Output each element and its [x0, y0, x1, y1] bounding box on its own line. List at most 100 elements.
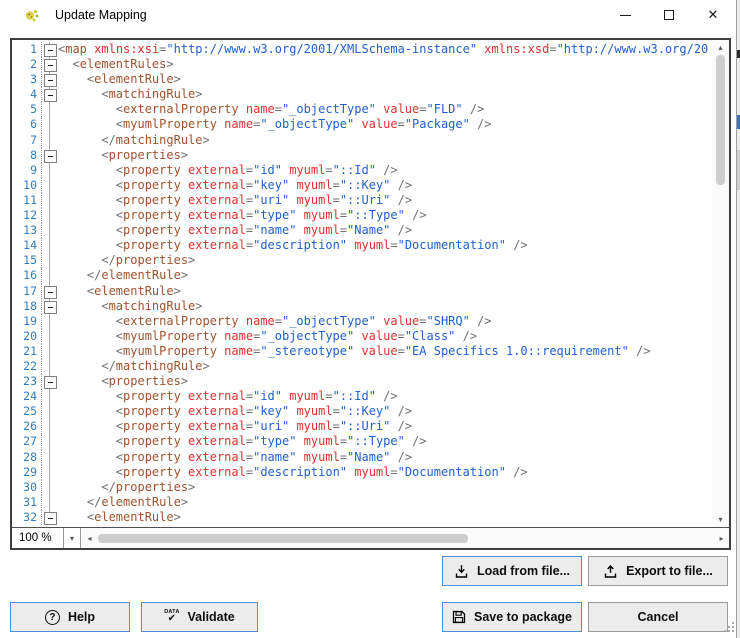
- code-text: </matchingRule>: [58, 358, 210, 373]
- fold-guide-line: [42, 389, 58, 405]
- background-window-sliver: [736, 0, 740, 638]
- line-number: 32: [12, 509, 42, 525]
- resize-grip[interactable]: [720, 622, 734, 636]
- minimize-button[interactable]: [603, 0, 647, 30]
- close-button[interactable]: ✕: [691, 0, 735, 30]
- code-text: <property external="type" myuml="::Type"…: [58, 208, 427, 223]
- fold-marker-icon[interactable]: [42, 87, 58, 103]
- xml-editor: 1 <map xmlns:xsi="http://www.w3.org/2001/…: [10, 38, 731, 550]
- line-number: 8: [12, 147, 42, 163]
- chevron-down-icon[interactable]: ▾: [64, 528, 81, 548]
- line-number: 21: [12, 343, 42, 359]
- scroll-left-icon[interactable]: ◂: [82, 528, 97, 548]
- fold-marker-icon[interactable]: [42, 509, 58, 526]
- fold-marker-icon[interactable]: [42, 374, 58, 390]
- code-line: 15 </properties>: [12, 253, 712, 269]
- code-text: <elementRule>: [58, 72, 181, 87]
- export-icon: [604, 564, 617, 578]
- code-text: <elementRule>: [58, 283, 181, 298]
- v-scroll-thumb[interactable]: [716, 55, 725, 185]
- code-line: 23 <properties>: [12, 374, 712, 390]
- code-text: <elementRule>: [58, 509, 181, 524]
- update-mapping-dialog: Update Mapping ✕ 1 <map xmlns:xsi="http:/…: [0, 0, 736, 638]
- code-line: 31 </elementRule>: [12, 494, 712, 511]
- line-number: 19: [12, 313, 42, 329]
- code-text: <property external="uri" myuml="::Uri" /…: [58, 192, 413, 207]
- import-icon: [455, 564, 468, 578]
- save-to-package-button[interactable]: Save to package: [442, 602, 582, 632]
- validate-button[interactable]: DATA ✔ Validate: [141, 602, 258, 632]
- fold-marker-icon[interactable]: [42, 298, 58, 314]
- fold-guide-line: [42, 132, 58, 148]
- code-text: <myumlProperty name="_stereotype" value=…: [58, 343, 651, 358]
- fold-guide-line: [42, 464, 58, 480]
- minimize-icon: [619, 14, 631, 16]
- cancel-button[interactable]: Cancel: [588, 602, 728, 632]
- code-text: </properties>: [58, 479, 196, 494]
- code-text: <property external="uri" myuml="::Uri" /…: [58, 419, 413, 434]
- zoom-level-value[interactable]: 100 %: [12, 528, 64, 548]
- line-number: 18: [12, 298, 42, 314]
- fold-guide-line: [42, 208, 58, 224]
- fold-guide-line: [42, 223, 58, 239]
- h-scroll-thumb[interactable]: [98, 533, 468, 543]
- save-icon: [452, 610, 466, 624]
- fold-guide-line: [42, 268, 58, 284]
- code-line: 1 <map xmlns:xsi="http://www.w3.org/2001/…: [12, 42, 712, 58]
- code-line: 28 <property external="name" myuml="Name…: [12, 449, 712, 465]
- line-number: 6: [12, 117, 42, 133]
- code-text: <map xmlns:xsi="http://www.w3.org/2001/X…: [58, 42, 709, 56]
- line-number: 27: [12, 434, 42, 450]
- code-line: 32 <elementRule>: [12, 509, 712, 526]
- code-line: 14 <property external="description" myum…: [12, 238, 712, 254]
- help-button[interactable]: ? Help: [10, 602, 130, 632]
- code-text: </elementRule>: [58, 268, 189, 283]
- fold-marker-icon[interactable]: [42, 42, 58, 58]
- code-text: </properties>: [58, 253, 196, 268]
- line-number: 7: [12, 132, 42, 148]
- fold-marker-icon[interactable]: [42, 283, 58, 299]
- scroll-down-icon[interactable]: ▾: [712, 512, 729, 527]
- code-text: </elementRule>: [58, 494, 189, 509]
- line-number: 23: [12, 374, 42, 390]
- code-line: 4 <matchingRule>: [12, 87, 712, 103]
- button-label: Validate: [187, 610, 235, 624]
- code-line: 3 <elementRule>: [12, 72, 712, 88]
- editor-bottom-bar: 100 % ▾ ◂ ▸: [12, 527, 729, 548]
- line-number: 14: [12, 238, 42, 254]
- h-scrollbar[interactable]: ◂ ▸: [82, 528, 729, 548]
- code-text: <property external="name" myuml="Name" /…: [58, 223, 413, 238]
- fold-marker-icon[interactable]: [42, 147, 58, 163]
- help-icon: ?: [44, 609, 60, 625]
- button-label: Load from file...: [476, 564, 571, 578]
- line-number: 3: [12, 72, 42, 88]
- fold-guide-line: [42, 404, 58, 420]
- line-number: 9: [12, 162, 42, 178]
- fold-guide-line: [42, 162, 58, 178]
- line-number: 2: [12, 57, 42, 73]
- fold-guide-line: [42, 177, 58, 194]
- line-number: 22: [12, 358, 42, 375]
- fold-marker-icon[interactable]: [42, 57, 58, 73]
- code-text: <property external="key" myuml="::Key" /…: [58, 404, 413, 419]
- fold-guide-line: [42, 253, 58, 269]
- zoom-level-select[interactable]: 100 % ▾: [12, 528, 81, 548]
- maximize-button[interactable]: [647, 0, 691, 30]
- v-scrollbar[interactable]: ▴ ▾: [712, 40, 729, 527]
- fold-marker-icon[interactable]: [42, 72, 58, 88]
- code-text: <externalProperty name="_objectType" val…: [58, 102, 485, 117]
- load-from-file-button[interactable]: Load from file...: [442, 556, 582, 586]
- scroll-right-icon[interactable]: ▸: [714, 528, 729, 548]
- code-line: 13 <property external="name" myuml="Name…: [12, 223, 712, 239]
- code-text: <property external="description" myuml="…: [58, 464, 528, 479]
- fold-guide-line: [42, 434, 58, 450]
- line-number: 24: [12, 389, 42, 405]
- fold-guide-line: [42, 313, 58, 329]
- code-line: 6 <myumlProperty name="_objectType" valu…: [12, 117, 712, 133]
- code-area[interactable]: 1 <map xmlns:xsi="http://www.w3.org/2001/…: [12, 40, 712, 527]
- title-bar[interactable]: Update Mapping ✕: [0, 0, 736, 30]
- scroll-up-icon[interactable]: ▴: [712, 40, 729, 55]
- code-text: <properties>: [58, 147, 189, 162]
- export-to-file-button[interactable]: Export to file...: [588, 556, 728, 586]
- fold-guide-line: [42, 238, 58, 254]
